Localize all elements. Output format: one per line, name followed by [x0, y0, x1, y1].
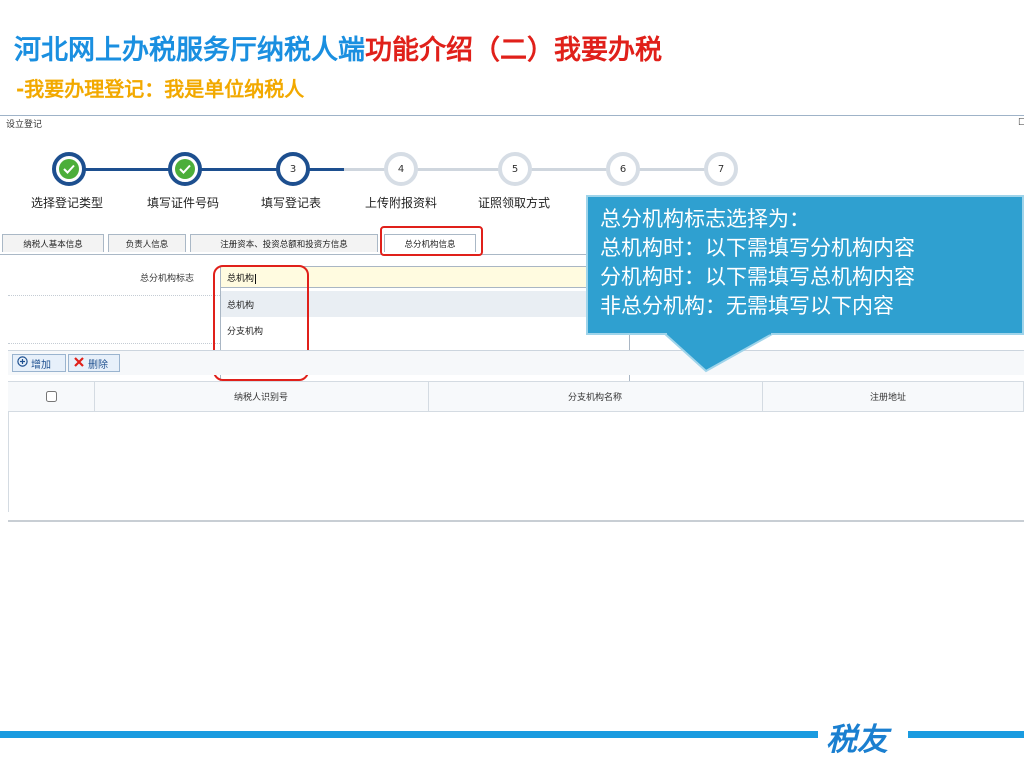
footer-bar-left — [0, 731, 818, 738]
callout-pointer — [661, 331, 778, 377]
callout-line-4: 非总分机构：无需填写以下内容 — [600, 294, 894, 318]
slide-title-part2: 功能介绍（二）我要办税 — [365, 35, 662, 66]
step-label-2: 填写证件号码 — [147, 196, 220, 210]
check-icon — [175, 159, 195, 179]
grid-body — [8, 412, 1024, 512]
tab-responsible-person[interactable]: 负责人信息 — [108, 234, 186, 252]
add-button[interactable]: 增加 — [12, 354, 66, 372]
grid-col-address: 注册地址 — [869, 393, 906, 403]
step-connector-4 — [416, 168, 500, 171]
step-connector-2 — [200, 168, 278, 171]
step-label-5: 证照领取方式 — [478, 196, 551, 210]
plus-circle-icon — [17, 356, 28, 370]
step-label-3: 填写登记表 — [261, 196, 322, 210]
highlight-tab-box — [380, 226, 483, 256]
footer-bar-right — [908, 731, 1024, 738]
delete-x-icon — [73, 356, 85, 371]
grid-col-taxpayer-id: 纳税人识别号 — [233, 393, 288, 403]
step-6: 6 — [606, 152, 640, 186]
step-connector-3a — [308, 168, 344, 171]
step-2 — [168, 152, 202, 186]
slide-subtitle: -我要办理登记：我是单位纳税人 — [16, 77, 305, 101]
callout-box: 总分机构标志选择为： 总机构时：以下需填写分机构内容 分机构时：以下需填写总机构… — [586, 195, 1024, 335]
tab-basic-info[interactable]: 纳税人基本信息 — [2, 234, 104, 252]
panel-bottom-border — [8, 520, 1024, 522]
callout-line-1: 总分机构标志选择为： — [600, 207, 810, 231]
tab-capital-investment[interactable]: 注册资本、投资总额和投资方信息 — [190, 234, 378, 252]
callout-line-2: 总机构时：以下需填写分机构内容 — [600, 236, 915, 260]
step-label-4: 上传附报资料 — [365, 196, 438, 210]
grid-toolbar — [8, 350, 1024, 375]
callout-line-3: 分机构时：以下需填写总机构内容 — [600, 265, 915, 289]
step-connector-6 — [638, 168, 706, 171]
window-top-border — [0, 115, 1024, 116]
step-3: 3 — [276, 152, 310, 186]
window-restore-button[interactable]: □ — [1018, 117, 1024, 127]
delete-button-label: 删除 — [88, 359, 108, 371]
step-label-1: 选择登记类型 — [31, 196, 104, 210]
footer-logo: 税友 — [826, 722, 888, 758]
add-button-label: 增加 — [31, 359, 51, 371]
slide-title: 河北网上办税服务厅纳税人端功能介绍（二）我要办税 — [14, 28, 662, 67]
step-7: 7 — [704, 152, 738, 186]
select-all-checkbox[interactable] — [45, 391, 57, 402]
delete-button[interactable]: 删除 — [68, 354, 120, 372]
slide-title-part1: 河北网上办税服务厅纳税人端 — [14, 35, 365, 66]
branch-flag-label: 总分机构标志 — [140, 274, 195, 284]
check-icon — [59, 159, 79, 179]
step-4: 4 — [384, 152, 418, 186]
step-5: 5 — [498, 152, 532, 186]
step-connector-1 — [84, 168, 170, 171]
grid-col-branch-name: 分支机构名称 — [567, 393, 622, 403]
step-connector-5 — [530, 168, 608, 171]
step-connector-3b — [344, 168, 386, 171]
step-1 — [52, 152, 86, 186]
grid-select-all-cell — [8, 381, 94, 412]
window-title: 设立登记 — [6, 120, 43, 130]
